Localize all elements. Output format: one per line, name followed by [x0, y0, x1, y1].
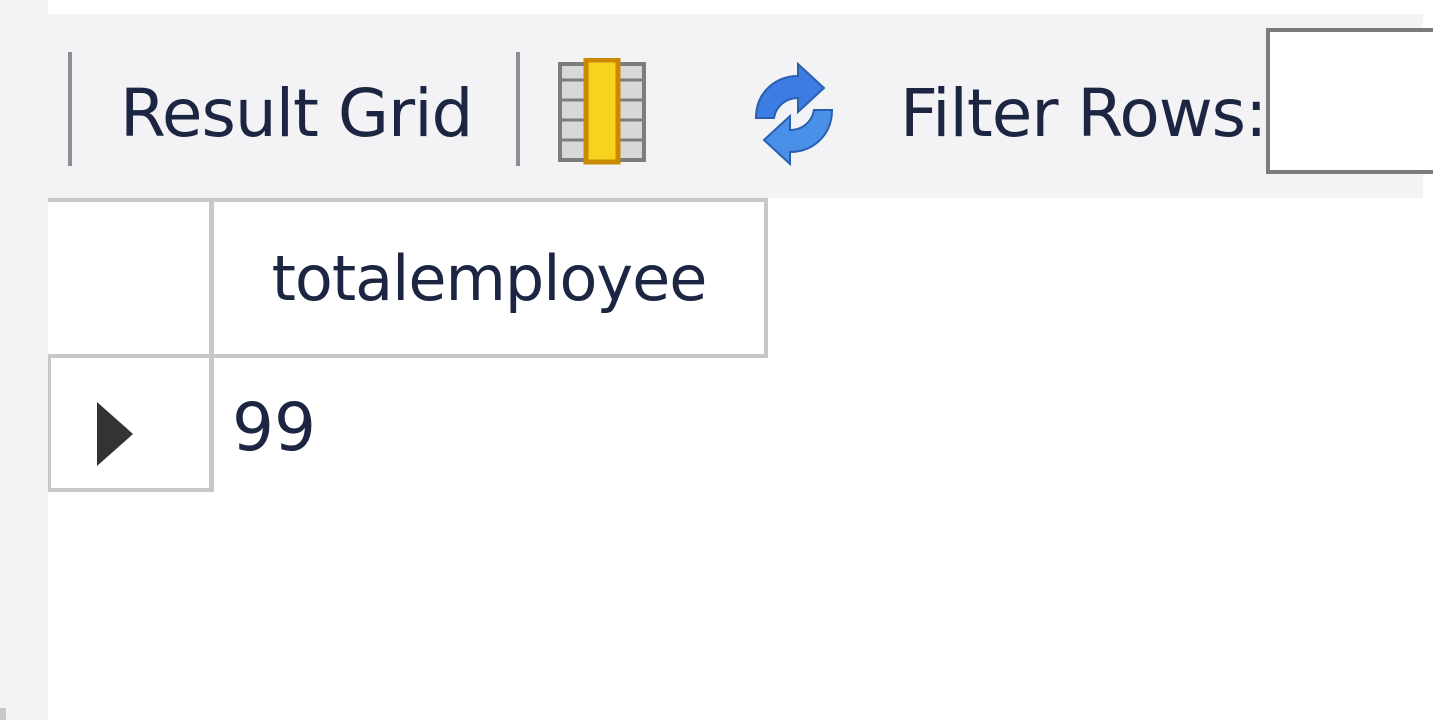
grid-toggle-button[interactable]	[558, 57, 646, 166]
top-strip	[0, 0, 1433, 14]
row-marker-arrow-icon	[97, 402, 133, 466]
result-grid: totalemployee	[48, 198, 770, 494]
result-panel: Result Grid Filter Rows: totalemployee 9…	[0, 0, 1433, 720]
result-grid-tab[interactable]: Result Grid	[120, 74, 473, 154]
grid-cell-totalemployee[interactable]: 99	[232, 388, 316, 468]
row-marker[interactable]	[48, 358, 214, 492]
toolbar-separator	[516, 52, 520, 166]
filter-rows-label: Filter Rows:	[900, 75, 1267, 152]
result-grid-toggle-icon	[558, 57, 646, 165]
grid-corner-header[interactable]	[48, 198, 214, 358]
filter-rows-input[interactable]	[1266, 28, 1433, 174]
column-header-totalemployee[interactable]: totalemployee	[214, 198, 768, 358]
refresh-icon	[754, 61, 834, 167]
refresh-button[interactable]	[740, 61, 848, 167]
left-gutter	[0, 0, 48, 720]
bottom-edge-mark	[0, 708, 6, 720]
toolbar-separator	[68, 52, 72, 166]
result-toolbar: Result Grid Filter Rows:	[48, 14, 1433, 198]
